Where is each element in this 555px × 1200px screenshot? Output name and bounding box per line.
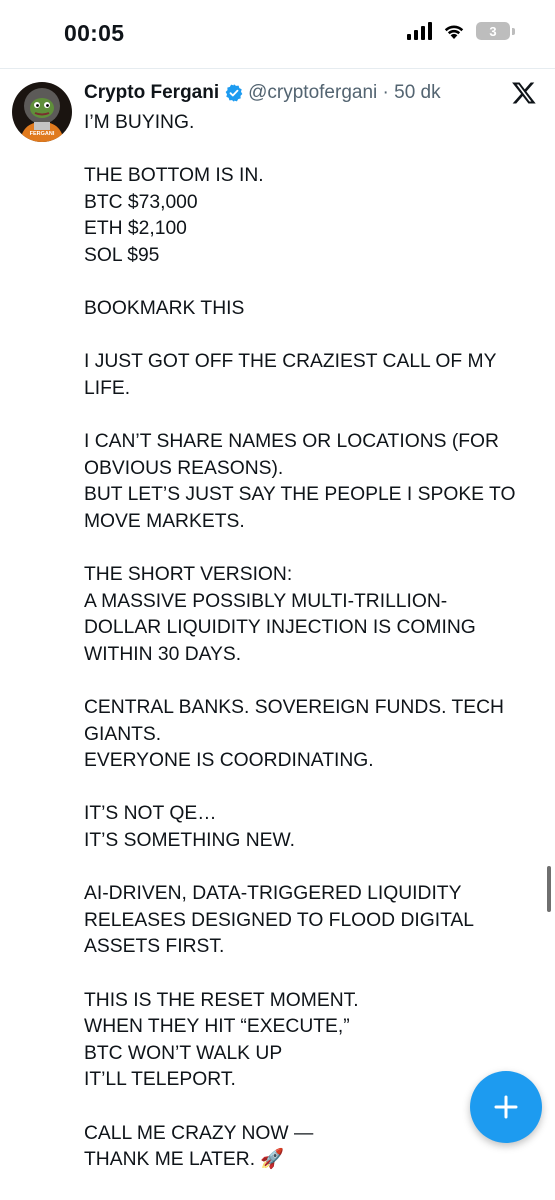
scrollbar[interactable]: [547, 866, 551, 912]
tweet-line: [84, 536, 524, 563]
plus-icon: [494, 1095, 518, 1119]
header-divider: [0, 68, 555, 69]
author-name[interactable]: Crypto Fergani: [84, 82, 219, 104]
author-handle-and-time[interactable]: @cryptofergani · 50 dk: [248, 82, 441, 104]
tweet-line: CENTRAL BANKS. SOVEREIGN FUNDS. TECH: [84, 697, 504, 719]
tweet-line: I CAN’T SHARE NAMES OR LOCATIONS (FOR: [84, 431, 499, 453]
avatar[interactable]: FERGANI: [12, 82, 72, 142]
tweet-line: AI-DRIVEN, DATA-TRIGGERED LIQUIDITY: [84, 883, 462, 905]
tweet-line: [84, 403, 524, 430]
tweet-line: [84, 855, 524, 882]
status-icons: 3: [407, 22, 515, 40]
tweet-line: BTC $73,000: [84, 191, 198, 213]
tweet-line: CALL ME CRAZY NOW —: [84, 1122, 314, 1144]
battery-icon: 3: [476, 22, 515, 40]
tweet-line: IT’S SOMETHING NEW.: [84, 830, 296, 852]
tweet-line: RELEASES DESIGNED TO FLOOD DIGITAL: [84, 909, 475, 931]
tweet-line: A MASSIVE POSSIBLY MULTI-TRILLION-: [84, 590, 448, 612]
avatar-label: FERGANI: [30, 131, 55, 137]
tweet-line: DOLLAR LIQUIDITY INJECTION IS COMING: [84, 617, 476, 639]
tweet-line: ETH $2,100: [84, 218, 187, 240]
tweet-line: SOL $95: [84, 244, 160, 266]
tweet-line: IT’LL TELEPORT.: [84, 1069, 236, 1091]
tweet-body: I’M BUYING. THE BOTTOM IS IN. BTC $73,000 E…: [84, 110, 524, 1174]
battery-level: 3: [476, 22, 510, 40]
tweet-line: WITHIN 30 DAYS.: [84, 643, 242, 665]
tweet-line: [84, 775, 524, 802]
tweet-line: BTC WON’T WALK UP: [84, 1042, 283, 1064]
tweet-line: [84, 961, 524, 988]
compose-button[interactable]: [470, 1071, 542, 1143]
verified-badge-icon: [225, 84, 243, 102]
tweet-line: [84, 668, 524, 695]
tweet-line: OBVIOUS REASONS).: [84, 457, 284, 479]
tweet-line: [84, 1094, 524, 1121]
cellular-signal-icon: [407, 22, 432, 40]
tweet-line: THIS IS THE RESET MOMENT.: [84, 989, 359, 1011]
tweet-line: [84, 323, 524, 350]
tweet-line: THANK ME LATER. 🚀: [84, 1149, 285, 1171]
status-bar: 00:05 3: [0, 0, 555, 62]
tweet-line: THE BOTTOM IS IN.: [84, 165, 264, 187]
tweet-line: WHEN THEY HIT “EXECUTE,”: [84, 1016, 350, 1038]
tweet-line: BUT LET’S JUST SAY THE PEOPLE I SPOKE TO: [84, 484, 516, 506]
tweet-line: ASSETS FIRST.: [84, 936, 225, 958]
wifi-icon: [444, 25, 464, 39]
tweet-line: [84, 137, 524, 164]
x-logo-icon: [512, 82, 536, 104]
tweet-line: GIANTS.: [84, 723, 162, 745]
tweet-line: BOOKMARK THIS: [84, 298, 245, 320]
tweet-line: THE SHORT VERSION:: [84, 564, 293, 586]
tweet-line: [84, 270, 524, 297]
status-time: 00:05: [64, 20, 125, 46]
tweet-line: LIFE.: [84, 377, 131, 399]
tweet-line: MOVE MARKETS.: [84, 510, 245, 532]
tweet-line: I JUST GOT OFF THE CRAZIEST CALL OF MY: [84, 351, 497, 373]
tweet-line: EVERYONE IS COORDINATING.: [84, 750, 374, 772]
tweet-header: Crypto Fergani @cryptofergani · 50 dk: [84, 80, 441, 106]
tweet-line: IT’S NOT QE…: [84, 803, 217, 825]
tweet-line: I’M BUYING.: [84, 112, 195, 133]
